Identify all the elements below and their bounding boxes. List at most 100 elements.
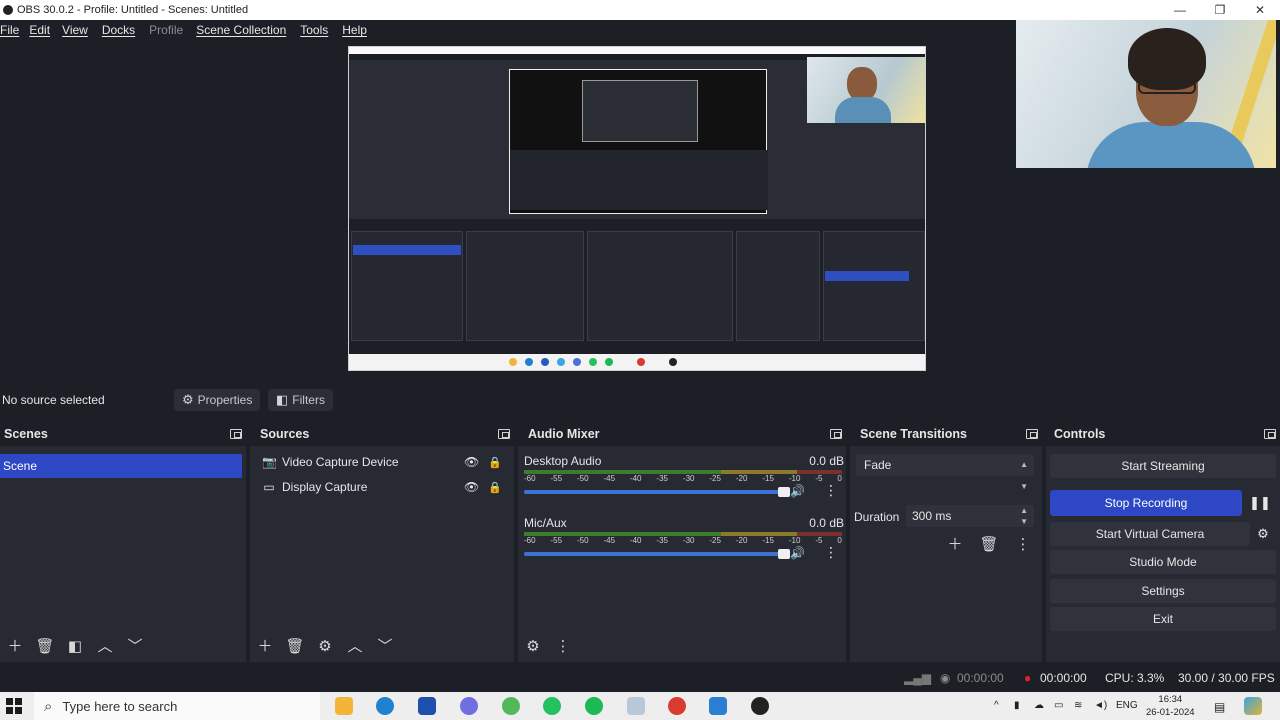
- nested-webcam-feed: [807, 57, 925, 123]
- lock-icon[interactable]: 🔒: [488, 481, 502, 494]
- spin-arrows-icon[interactable]: ▲ ▼: [1020, 505, 1028, 527]
- source-label: Video Capture Device: [282, 455, 399, 469]
- menu-help[interactable]: Help: [342, 23, 375, 37]
- undock-icon[interactable]: [230, 429, 242, 439]
- add-scene-button[interactable]: ＋: [4, 636, 26, 658]
- edge-browser-icon[interactable]: [376, 697, 394, 715]
- remove-scene-button[interactable]: 🗑: [34, 636, 56, 658]
- clock-time: 16:34: [1158, 694, 1183, 705]
- search-icon: ⌕: [44, 697, 53, 715]
- menu-edit[interactable]: Edit: [29, 23, 62, 37]
- audio-mixer-title: Audio Mixer: [528, 427, 600, 441]
- filters-button[interactable]: ◧ Filters: [268, 389, 333, 411]
- select-arrows-icon: ▲ ▼: [1020, 460, 1028, 491]
- undock-icon[interactable]: [830, 429, 842, 439]
- source-item[interactable]: ▭ Display Capture 👁 🔒: [250, 475, 510, 499]
- chrome-icon[interactable]: [668, 697, 686, 715]
- duration-spinbox[interactable]: 300 ms ▲ ▼: [906, 505, 1034, 527]
- add-transition-button[interactable]: ＋: [944, 534, 966, 556]
- file-explorer-icon[interactable]: [335, 697, 353, 715]
- chrome-profile-icon[interactable]: [502, 697, 520, 715]
- menu-tools[interactable]: Tools: [300, 23, 342, 37]
- nested-dock-area: [349, 219, 925, 355]
- source-properties-button[interactable]: ⚙: [314, 636, 336, 658]
- windows-start-icon[interactable]: [6, 698, 22, 714]
- visibility-eye-icon[interactable]: 👁: [464, 480, 479, 494]
- stop-recording-button[interactable]: Stop Recording: [1050, 490, 1242, 516]
- volume-slider[interactable]: [524, 549, 790, 559]
- audio-mixer-dock-header: Audio Mixer: [518, 422, 846, 446]
- copilot-icon[interactable]: [460, 697, 478, 715]
- nested-body: [835, 97, 891, 123]
- nested-taskbar-app: [525, 358, 533, 366]
- menu-profile[interactable]: Profile: [149, 23, 196, 37]
- tray-expand-icon[interactable]: ^: [994, 700, 999, 711]
- studio-mode-button[interactable]: Studio Mode: [1050, 550, 1276, 574]
- remove-transition-button[interactable]: 🗑: [978, 534, 1000, 556]
- transition-value: Fade: [864, 458, 892, 472]
- scene-item[interactable]: Scene: [0, 454, 242, 478]
- mixer-channel-mic-aux: Mic/Aux 0.0 dB -60 -55 -50 -45 -40 -35 -30 -25-…: [524, 516, 844, 566]
- nested-taskbar-app: [509, 358, 517, 366]
- store-icon[interactable]: [418, 697, 436, 715]
- settings-button[interactable]: Settings: [1050, 579, 1276, 603]
- visibility-eye-icon[interactable]: 👁: [464, 455, 479, 469]
- undock-icon[interactable]: [1264, 429, 1276, 439]
- properties-button[interactable]: ⚙ Properties: [174, 389, 261, 411]
- speaker-icon[interactable]: 🔊: [790, 546, 805, 560]
- volume-slider-handle[interactable]: [778, 487, 790, 497]
- copilot-tray-icon[interactable]: [1244, 697, 1262, 715]
- filter-icon: ◧: [276, 392, 289, 407]
- scene-filters-button[interactable]: ◧: [64, 636, 86, 658]
- move-source-down-button[interactable]: ﹀: [374, 636, 396, 658]
- source-item[interactable]: 📷 Video Capture Device 👁 🔒: [250, 450, 510, 474]
- person-glasses: [1138, 80, 1196, 94]
- speaker-icon[interactable]: 🔊: [790, 484, 805, 498]
- lock-icon[interactable]: 🔒: [488, 456, 502, 469]
- channel-name: Desktop Audio: [524, 454, 602, 468]
- controls-title: Controls: [1054, 427, 1106, 441]
- add-source-button[interactable]: ＋: [254, 636, 276, 658]
- start-virtual-camera-button[interactable]: Start Virtual Camera: [1050, 522, 1250, 546]
- language-indicator[interactable]: ENG: [1116, 700, 1138, 711]
- more-options-icon[interactable]: ⋮: [824, 482, 838, 499]
- menu-docks[interactable]: Docks: [102, 23, 149, 37]
- move-source-up-button[interactable]: ︿: [344, 636, 366, 658]
- close-button[interactable]: ✕: [1240, 0, 1280, 20]
- transition-properties-button[interactable]: ⋮: [1012, 534, 1034, 556]
- mixer-channel-desktop-audio: Desktop Audio 0.0 dB -60 -55 -50 -45 -40 -35-…: [524, 454, 844, 504]
- move-scene-down-button[interactable]: ﹀: [124, 636, 146, 658]
- taskbar-search-box[interactable]: ⌕ Type here to search: [34, 692, 320, 720]
- spotify-icon[interactable]: [585, 697, 603, 715]
- minimize-button[interactable]: —: [1160, 0, 1200, 20]
- start-streaming-button[interactable]: Start Streaming: [1050, 454, 1276, 478]
- menu-file[interactable]: File: [0, 23, 29, 37]
- undock-icon[interactable]: [1026, 429, 1038, 439]
- obs-taskbar-icon[interactable]: [751, 697, 769, 715]
- menu-view[interactable]: View: [62, 23, 102, 37]
- pause-recording-icon[interactable]: ❚❚: [1248, 491, 1272, 515]
- exit-button[interactable]: Exit: [1050, 607, 1276, 631]
- advanced-audio-properties-button[interactable]: ⚙: [522, 636, 544, 658]
- virtual-camera-settings-gear-icon[interactable]: ⚙: [1251, 522, 1275, 546]
- move-scene-up-button[interactable]: ︿: [94, 636, 116, 658]
- menu-scene-collection[interactable]: Scene Collection: [196, 23, 300, 37]
- restore-button[interactable]: ❐: [1200, 0, 1240, 20]
- volume-slider-handle[interactable]: [778, 549, 790, 559]
- remove-source-button[interactable]: 🗑: [284, 636, 306, 658]
- transition-select[interactable]: Fade ▲ ▼: [856, 454, 1034, 491]
- notification-icon[interactable]: ▤: [1214, 700, 1225, 714]
- channel-db: 0.0 dB: [809, 516, 844, 530]
- volume-slider[interactable]: [524, 487, 790, 497]
- more-options-icon[interactable]: ⋮: [824, 544, 838, 561]
- mixer-menu-button[interactable]: ⋮: [552, 636, 574, 658]
- undock-icon[interactable]: [498, 429, 510, 439]
- wifi-icon: ≋: [1074, 700, 1083, 711]
- app-icon[interactable]: [627, 697, 645, 715]
- display-capture-preview[interactable]: [348, 46, 926, 371]
- whatsapp-icon[interactable]: [543, 697, 561, 715]
- nested-mixer-panel: [587, 231, 733, 341]
- window-controls: — ❐ ✕: [1160, 0, 1280, 20]
- taskbar-clock[interactable]: 16:34 26-01-2024: [1146, 693, 1195, 719]
- app-window-icon[interactable]: [709, 697, 727, 715]
